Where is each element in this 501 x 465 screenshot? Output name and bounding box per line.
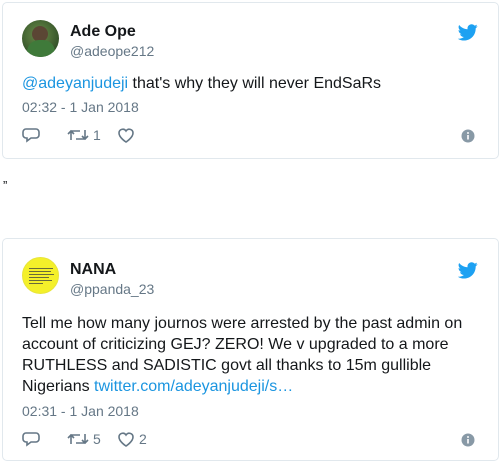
retweet-count: 5 <box>93 431 101 447</box>
timestamp[interactable]: 02:31 - 1 Jan 2018 <box>22 403 139 419</box>
display-name[interactable]: NANA <box>70 261 116 279</box>
tweet-card: Ade Ope @adeope212 @adeyanjudeji that's … <box>2 2 499 159</box>
retweet-button[interactable]: 5 <box>67 429 101 449</box>
avatar[interactable] <box>22 20 59 57</box>
like-button[interactable]: 2 <box>117 429 147 449</box>
like-count: 2 <box>139 431 147 447</box>
tweet-text: @adeyanjudeji that's why they will never… <box>22 73 381 94</box>
info-icon[interactable] <box>461 433 475 447</box>
heart-icon <box>118 432 134 447</box>
tweet-text: Tell me how many journos were arrested b… <box>22 313 462 397</box>
mention-link[interactable]: @adeyanjudeji <box>22 75 128 92</box>
retweet-button[interactable]: 1 <box>67 125 101 145</box>
retweet-icon <box>67 433 89 445</box>
tweet-text-line: RUTHLESS and SADISTIC govt all thanks to… <box>22 357 432 374</box>
reply-button[interactable] <box>22 125 40 145</box>
reply-icon <box>22 432 40 447</box>
tweet-text-line: Tell me how many journos were arrested b… <box>22 315 463 332</box>
heart-icon <box>118 128 134 143</box>
tweet-card: NANA @ppanda_23 Tell me how many journos… <box>2 238 499 461</box>
separator-quote: ” <box>3 178 8 193</box>
tweet-actions: 1 <box>22 125 482 145</box>
twitter-bird-icon[interactable] <box>458 262 478 279</box>
avatar[interactable] <box>22 257 59 294</box>
tweet-link[interactable]: twitter.com/adeyanjudeji/s… <box>94 378 293 395</box>
info-icon[interactable] <box>461 129 475 143</box>
tweet-text-line: Nigerians twitter.com/adeyanjudeji/s… <box>22 376 462 397</box>
twitter-bird-icon[interactable] <box>458 24 478 41</box>
tweet-text-body: that's why they will never EndSaRs <box>128 75 382 92</box>
user-handle[interactable]: @adeope212 <box>70 43 154 59</box>
reply-button[interactable] <box>22 429 40 449</box>
retweet-count: 1 <box>93 127 101 143</box>
user-handle[interactable]: @ppanda_23 <box>70 281 154 297</box>
reply-icon <box>22 128 40 143</box>
like-button[interactable] <box>117 125 135 145</box>
tweet-text-body: Nigerians <box>22 378 95 395</box>
display-name[interactable]: Ade Ope <box>70 23 136 41</box>
tweet-actions: 5 2 <box>22 429 482 449</box>
retweet-icon <box>67 129 89 141</box>
tweet-text-line: account of criticizing GEJ? ZERO! We v u… <box>22 336 449 353</box>
timestamp[interactable]: 02:32 - 1 Jan 2018 <box>22 99 139 115</box>
